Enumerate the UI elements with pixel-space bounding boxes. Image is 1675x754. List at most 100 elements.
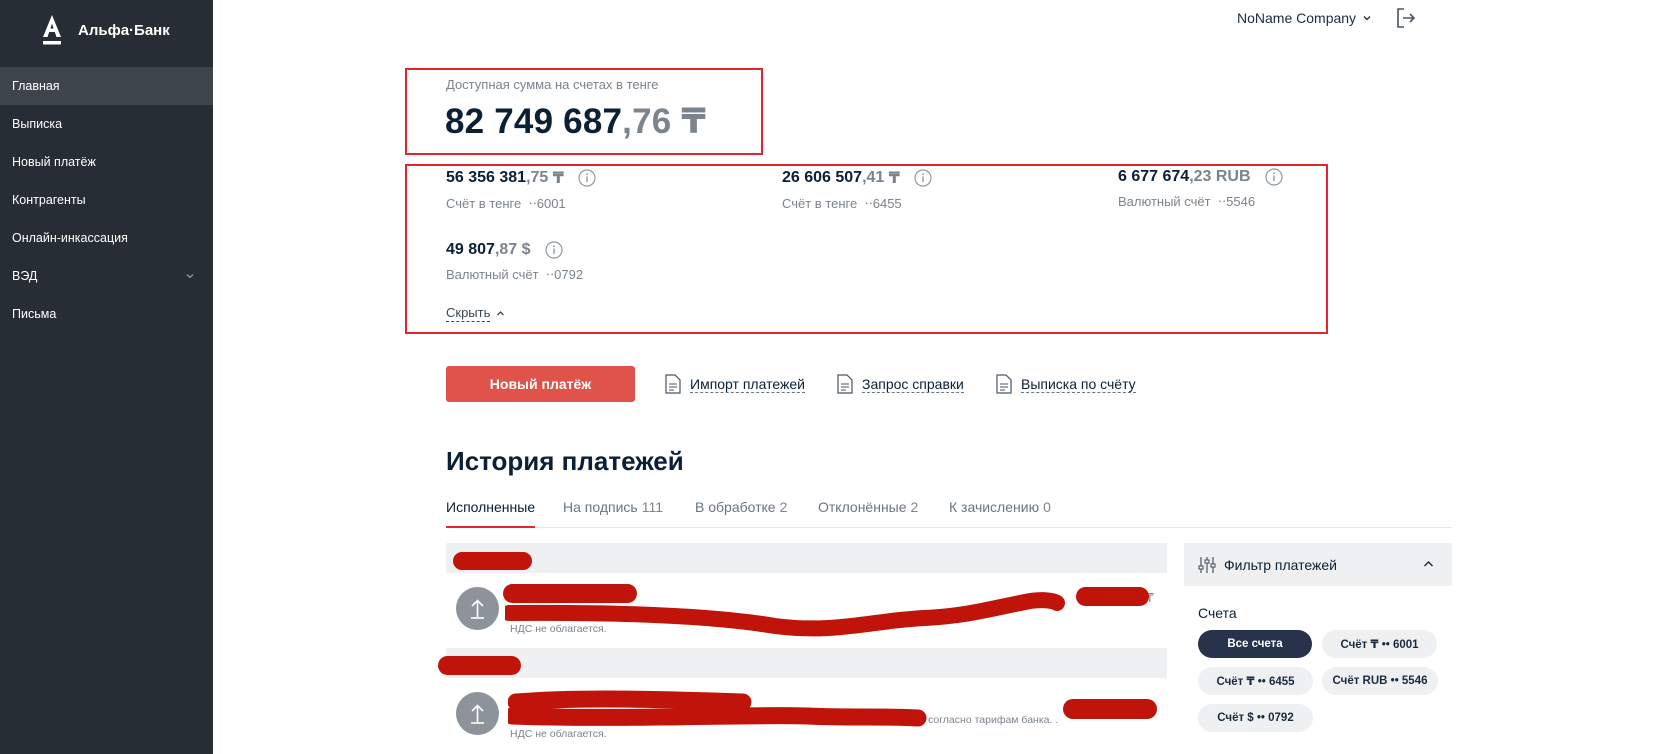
redaction-mark — [505, 592, 1065, 637]
account-number: ⋅⋅0792 — [545, 267, 584, 282]
hide-accounts-link[interactable]: Скрыть — [446, 305, 505, 322]
info-icon[interactable] — [914, 169, 932, 187]
certificate-label: Запрос справки — [862, 375, 964, 393]
tab-label: К зачислению — [949, 499, 1040, 515]
sidebar-item-letters[interactable]: Письма — [0, 295, 213, 333]
logout-icon[interactable] — [1394, 6, 1418, 30]
account-amount-int: 6 677 674 — [1118, 168, 1190, 185]
certificate-request-link[interactable]: Запрос справки — [837, 374, 964, 394]
info-icon[interactable] — [544, 241, 563, 259]
account-amount-frac: ,23 RUB — [1189, 168, 1251, 185]
sidebar-item-label: Онлайн-инкассация — [12, 231, 128, 245]
account-amount-frac: ,87 — [494, 241, 518, 258]
sidebar-item-online-collection[interactable]: Онлайн-инкассация — [0, 219, 213, 257]
sidebar-item-label: Новый платёж — [12, 155, 96, 169]
sidebar-item-ved[interactable]: ВЭД — [0, 257, 213, 295]
account-statement-link[interactable]: Выписка по счёту — [996, 374, 1136, 394]
account-number: ⋅⋅6001 — [528, 196, 566, 211]
document-icon — [665, 374, 681, 394]
sidebar-item-label: Письма — [12, 307, 57, 321]
hide-label: Скрыть — [446, 305, 491, 322]
redaction-mark — [1076, 587, 1149, 606]
company-name: NoName Company — [1237, 10, 1357, 26]
tab-to-credit[interactable]: К зачислению 0 — [949, 499, 1051, 528]
account-currency: ₸ — [888, 170, 900, 187]
sidebar-item-statement[interactable]: Выписка — [0, 105, 213, 143]
chip-label: Счёт ₸ •• 6001 — [1340, 639, 1419, 651]
outgoing-payment-icon — [456, 587, 499, 630]
document-icon — [837, 374, 853, 394]
filter-chip-all-accounts[interactable]: Все счета — [1198, 630, 1312, 658]
tab-label: В обработке — [695, 499, 776, 515]
sidebar-item-label: Контрагенты — [12, 193, 86, 207]
filter-title: Фильтр платежей — [1224, 556, 1338, 573]
date-group-header — [446, 543, 1167, 573]
sidebar-item-label: Выписка — [12, 117, 63, 131]
account-amount-int: 26 606 507 — [782, 169, 863, 186]
account-card[interactable]: 56 356 381,75 ₸ Счёт в тенге ⋅⋅6001 — [446, 168, 596, 212]
chip-label: Счёт RUB •• 5546 — [1332, 675, 1428, 687]
account-amount-frac: ,75 — [526, 169, 549, 186]
import-label: Импорт платежей — [690, 375, 805, 393]
filter-icon — [1198, 556, 1216, 573]
tab-count: 0 — [1043, 499, 1051, 515]
redaction-mark — [438, 656, 521, 675]
account-card[interactable]: 6 677 674,23 RUB Валютный счёт ⋅⋅5546 — [1118, 168, 1283, 210]
tab-rejected[interactable]: Отклонённые 2 — [818, 499, 918, 528]
sidebar-nav: Главная Выписка Новый платёж Контрагенты… — [0, 67, 213, 333]
tab-processing[interactable]: В обработке 2 — [695, 499, 787, 528]
account-card[interactable]: 26 606 507,41 ₸ Счёт в тенге ⋅⋅6455 — [782, 168, 932, 212]
new-payment-button[interactable]: Новый платёж — [446, 366, 635, 402]
balance-frac: ,76 — [622, 102, 672, 141]
company-selector[interactable]: NoName Company — [1237, 10, 1372, 26]
tab-executed[interactable]: Исполненные — [446, 499, 536, 528]
filter-chip-account-5546[interactable]: Счёт RUB •• 5546 — [1322, 667, 1438, 695]
import-payments-link[interactable]: Импорт платежей — [665, 374, 805, 394]
info-icon[interactable] — [1264, 168, 1283, 186]
page-title: История платежей — [446, 446, 684, 476]
chevron-down-icon — [186, 274, 194, 279]
account-number: ⋅⋅6455 — [864, 196, 902, 211]
sidebar-item-new-payment[interactable]: Новый платёж — [0, 143, 213, 181]
sidebar-item-home[interactable]: Главная — [0, 67, 213, 105]
chip-label: Счёт $ •• 0792 — [1217, 712, 1294, 724]
account-currency: ₸ — [552, 170, 564, 187]
chip-label: Все счета — [1227, 638, 1283, 650]
filter-chip-account-0792[interactable]: Счёт $ •• 0792 — [1198, 704, 1313, 732]
filter-chip-account-6455[interactable]: Счёт ₸ •• 6455 — [1198, 667, 1313, 695]
accounts-filter-label: Счета — [1198, 605, 1237, 621]
chevron-up-icon[interactable] — [1423, 560, 1434, 568]
account-card[interactable]: 49 807,87 $ Валютный счёт ⋅⋅0792 — [446, 241, 583, 283]
info-icon[interactable] — [578, 169, 596, 187]
available-balance-label: Доступная сумма на счетах в тенге — [446, 77, 659, 92]
sidebar-item-counterparties[interactable]: Контрагенты — [0, 181, 213, 219]
statement-label: Выписка по счёту — [1021, 375, 1136, 393]
account-type: Счёт в тенге — [446, 196, 522, 211]
redaction-mark — [508, 690, 927, 727]
alfa-logo-icon — [43, 15, 61, 45]
tab-count: 2 — [779, 499, 788, 515]
payment-description: согласно тарифам банка. . — [928, 714, 1059, 726]
account-number: ⋅⋅5546 — [1217, 194, 1256, 209]
account-type: Счёт в тенге — [782, 196, 858, 211]
history-tabs: Исполненные На подпись 111 В обработке 2 О… — [446, 496, 1452, 528]
document-icon — [996, 374, 1012, 394]
chevron-down-icon — [1363, 16, 1371, 21]
tab-label: На подпись — [563, 499, 638, 515]
account-amount-frac: ,41 — [862, 169, 885, 186]
account-type: Валютный счёт — [1118, 194, 1211, 209]
account-amount-int: 56 356 381 — [446, 169, 527, 186]
tab-count: 111 — [641, 499, 663, 515]
date-group-header — [446, 648, 1167, 678]
balance-int: 82 749 687 — [445, 102, 623, 141]
bank-logo[interactable]: Альфа·Банк — [40, 13, 170, 47]
tab-count: 2 — [910, 499, 919, 515]
chevron-up-icon — [497, 311, 505, 316]
filter-chip-account-6001[interactable]: Счёт ₸ •• 6001 — [1322, 630, 1437, 658]
brand-name: Альфа·Банк — [78, 21, 170, 39]
payment-filter-header[interactable]: Фильтр платежей — [1184, 543, 1452, 586]
redaction-mark — [453, 552, 532, 570]
sidebar-item-label: Главная — [12, 79, 60, 93]
account-amount-int: 49 807 — [446, 241, 495, 258]
tab-to-sign[interactable]: На подпись 111 — [563, 499, 663, 528]
